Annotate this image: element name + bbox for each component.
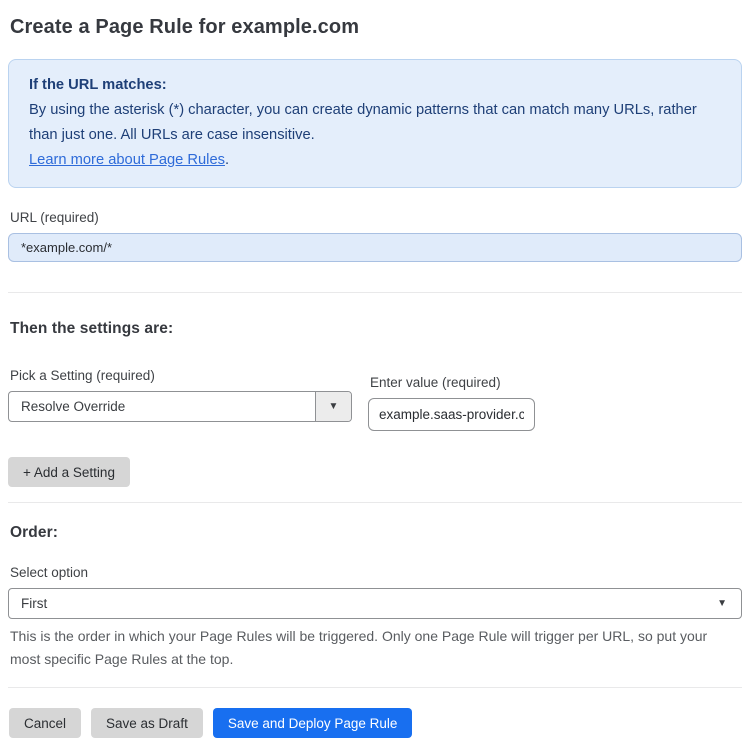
learn-more-link[interactable]: Learn more about Page Rules <box>29 152 225 168</box>
url-label: URL (required) <box>10 210 99 225</box>
save-as-draft-button[interactable]: Save as Draft <box>91 708 203 738</box>
settings-heading: Then the settings are: <box>10 320 174 337</box>
url-match-info-box: If the URL matches: By using the asteris… <box>8 59 742 188</box>
setting-value-input[interactable] <box>368 398 535 431</box>
create-page-rule-form: Create a Page Rule for example.com If th… <box>0 0 750 738</box>
order-select-label: Select option <box>10 565 89 580</box>
cancel-button[interactable]: Cancel <box>9 708 82 738</box>
pick-setting-select[interactable]: Resolve Override ▼ <box>8 391 352 422</box>
chevron-down-icon[interactable]: ▼ <box>315 392 351 421</box>
order-help-text: This is the order in which your Page Rul… <box>10 628 708 667</box>
order-select[interactable]: First ▼ <box>8 588 742 619</box>
order-select-value: First <box>21 596 48 611</box>
divider <box>8 502 742 503</box>
link-suffix: . <box>224 152 230 168</box>
footer-actions: Cancel Save as Draft Save and Deploy Pag… <box>8 708 742 738</box>
url-input[interactable] <box>8 233 742 262</box>
enter-value-label: Enter value (required) <box>370 375 501 390</box>
info-box-body: By using the asterisk (*) character, you… <box>29 102 697 143</box>
pick-setting-label: Pick a Setting (required) <box>10 368 155 383</box>
chevron-down-icon: ▼ <box>717 598 727 609</box>
settings-row: Pick a Setting (required) Resolve Overri… <box>8 368 742 431</box>
save-and-deploy-button[interactable]: Save and Deploy Page Rule <box>212 708 413 738</box>
info-box-heading: If the URL matches: <box>29 77 167 93</box>
url-section: URL (required) <box>8 210 742 262</box>
page-title: Create a Page Rule for example.com <box>10 16 360 38</box>
enter-value-column: Enter value (required) <box>368 368 535 431</box>
divider <box>8 292 742 293</box>
add-setting-button[interactable]: + Add a Setting <box>8 457 130 487</box>
divider <box>8 687 742 688</box>
pick-setting-column: Pick a Setting (required) Resolve Overri… <box>8 368 353 422</box>
pick-setting-value: Resolve Override <box>21 399 126 414</box>
order-heading: Order: <box>10 524 58 541</box>
